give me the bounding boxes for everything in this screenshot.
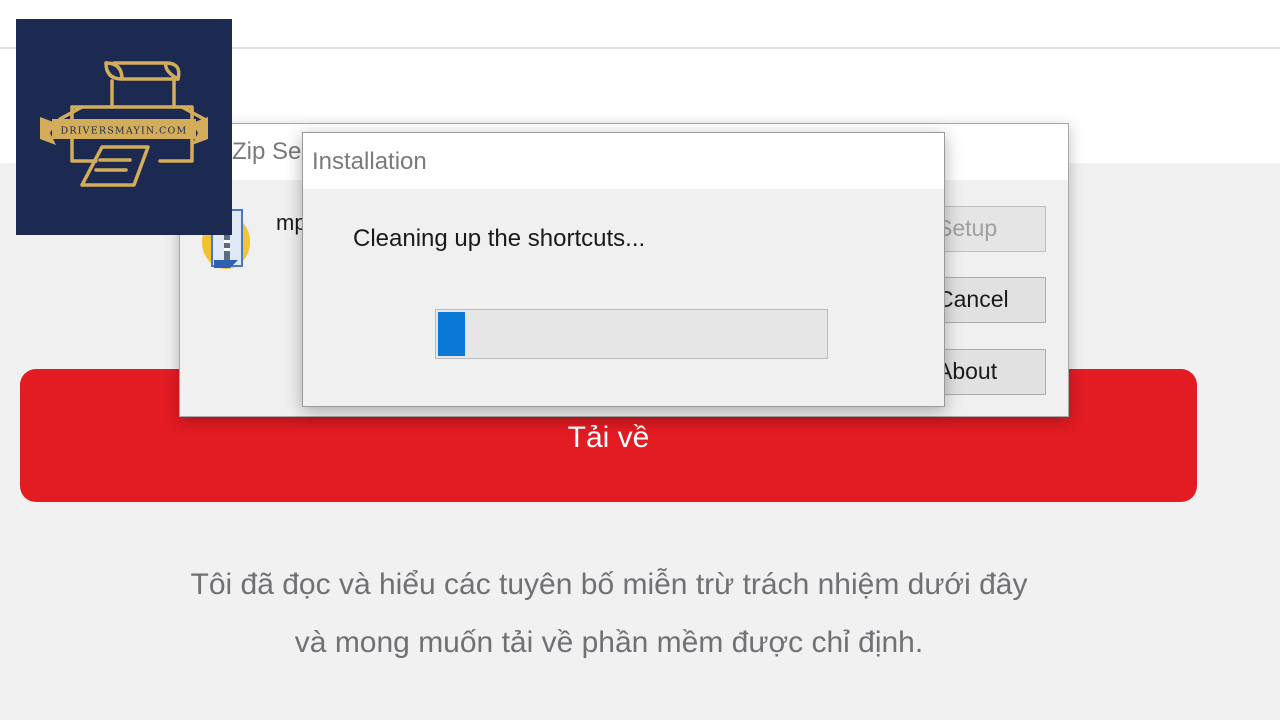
printer-logo-icon: DRIVERSMAYIN.COM [40, 61, 208, 187]
installation-dialog: Installation Cleaning up the shortcuts..… [302, 132, 945, 407]
installation-dialog-titlebar[interactable]: Installation [303, 133, 944, 189]
driversmayin-logo: DRIVERSMAYIN.COM [16, 19, 232, 235]
disclaimer-line-1: Tôi đã đọc và hiểu các tuyên bố miễn trừ… [190, 568, 1028, 601]
progress-bar-fill [438, 312, 465, 356]
winzip-dialog-title: Zip Se [232, 138, 302, 165]
download-button-label: Tải về [567, 421, 650, 454]
installation-dialog-title: Installation [312, 148, 427, 175]
disclaimer-line-2: và mong muốn tải về phần mềm được chỉ đị… [294, 626, 924, 659]
installation-status-text: Cleaning up the shortcuts... [353, 225, 646, 252]
logo-text: DRIVERSMAYIN.COM [61, 126, 188, 137]
disclaimer-text: Tôi đã đọc và hiểu các tuyên bố miễn trừ… [0, 556, 1218, 672]
installation-progress-bar [435, 309, 828, 359]
